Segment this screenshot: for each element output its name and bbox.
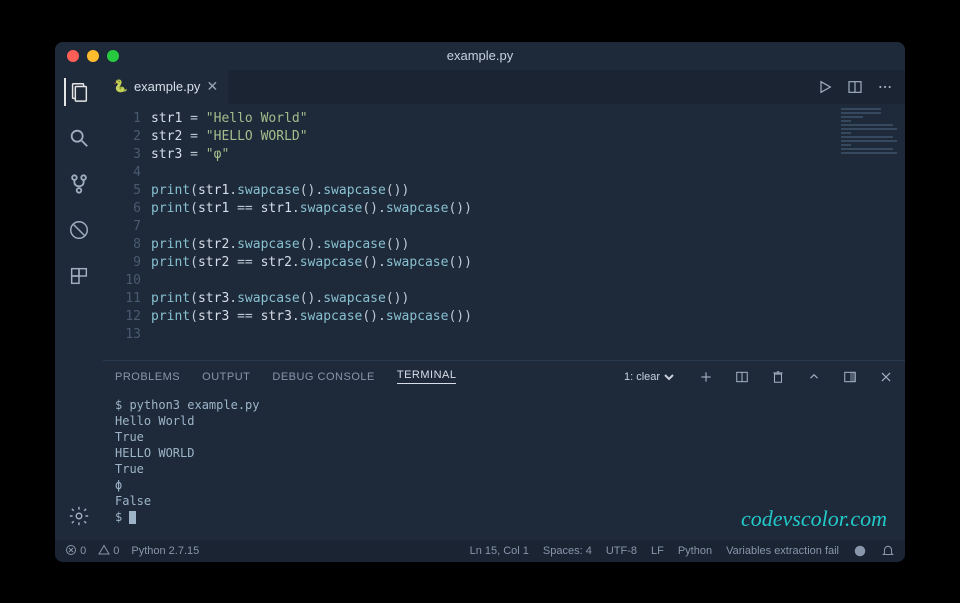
tab-actions xyxy=(817,70,905,104)
python-file-icon: 🐍 xyxy=(113,79,128,93)
split-terminal-icon[interactable] xyxy=(735,370,749,384)
status-indentation[interactable]: Spaces: 4 xyxy=(543,545,592,557)
main-area: 🐍 example.py ✕ 123456789 xyxy=(103,70,905,540)
more-actions-icon[interactable] xyxy=(877,79,893,95)
debug-icon[interactable] xyxy=(65,216,93,244)
minimap[interactable] xyxy=(841,108,901,168)
panel-position-icon[interactable] xyxy=(843,370,857,384)
activity-bar xyxy=(55,70,103,540)
status-warnings[interactable]: 0 xyxy=(98,544,119,557)
kill-terminal-icon[interactable] xyxy=(771,370,785,384)
status-eol[interactable]: LF xyxy=(651,545,664,557)
window-title: example.py xyxy=(55,48,905,63)
tab-terminal[interactable]: TERMINAL xyxy=(397,369,457,384)
close-window-button[interactable] xyxy=(67,50,79,62)
status-python-version[interactable]: Python 2.7.15 xyxy=(131,545,199,557)
maximize-panel-icon[interactable] xyxy=(807,370,821,384)
status-bar: 0 0 Python 2.7.15 Ln 15, Col 1 Spaces: 4… xyxy=(55,540,905,562)
extensions-icon[interactable] xyxy=(65,262,93,290)
tab-debug-console[interactable]: DEBUG CONSOLE xyxy=(272,371,374,383)
status-errors[interactable]: 0 xyxy=(65,544,86,557)
bottom-panel: PROBLEMS OUTPUT DEBUG CONSOLE TERMINAL 1… xyxy=(103,360,905,540)
notifications-bell-icon[interactable] xyxy=(881,544,895,558)
status-encoding[interactable]: UTF-8 xyxy=(606,545,637,557)
code-editor[interactable]: 12345678910111213 str1 = "Hello World"st… xyxy=(103,104,905,360)
line-gutter: 12345678910111213 xyxy=(103,104,151,360)
terminal-selector[interactable]: 1: clear xyxy=(620,370,677,384)
editor-window: example.py xyxy=(55,42,905,562)
feedback-icon[interactable] xyxy=(853,544,867,558)
tab-example-py[interactable]: 🐍 example.py ✕ xyxy=(103,70,228,104)
new-terminal-icon[interactable] xyxy=(699,370,713,384)
close-tab-icon[interactable]: ✕ xyxy=(206,78,218,95)
traffic-lights xyxy=(67,50,119,62)
panel-tabs: PROBLEMS OUTPUT DEBUG CONSOLE TERMINAL 1… xyxy=(103,361,905,393)
titlebar: example.py xyxy=(55,42,905,70)
code-content: str1 = "Hello World"str2 = "HELLO WORLD"… xyxy=(151,104,905,360)
explorer-icon[interactable] xyxy=(64,78,92,106)
split-editor-icon[interactable] xyxy=(847,79,863,95)
tab-label: example.py xyxy=(134,79,200,94)
minimize-window-button[interactable] xyxy=(87,50,99,62)
terminal-output[interactable]: $ python3 example.pyHello WorldTrueHELLO… xyxy=(103,393,905,540)
tab-problems[interactable]: PROBLEMS xyxy=(115,371,180,383)
run-icon[interactable] xyxy=(817,79,833,95)
maximize-window-button[interactable] xyxy=(107,50,119,62)
tab-output[interactable]: OUTPUT xyxy=(202,371,250,383)
status-message[interactable]: Variables extraction fail xyxy=(726,545,839,557)
settings-gear-icon[interactable] xyxy=(65,502,93,530)
search-icon[interactable] xyxy=(65,124,93,152)
tab-bar: 🐍 example.py ✕ xyxy=(103,70,905,104)
close-panel-icon[interactable] xyxy=(879,370,893,384)
source-control-icon[interactable] xyxy=(65,170,93,198)
window-body: 🐍 example.py ✕ 123456789 xyxy=(55,70,905,540)
status-cursor-position[interactable]: Ln 15, Col 1 xyxy=(470,545,529,557)
status-language[interactable]: Python xyxy=(678,545,712,557)
